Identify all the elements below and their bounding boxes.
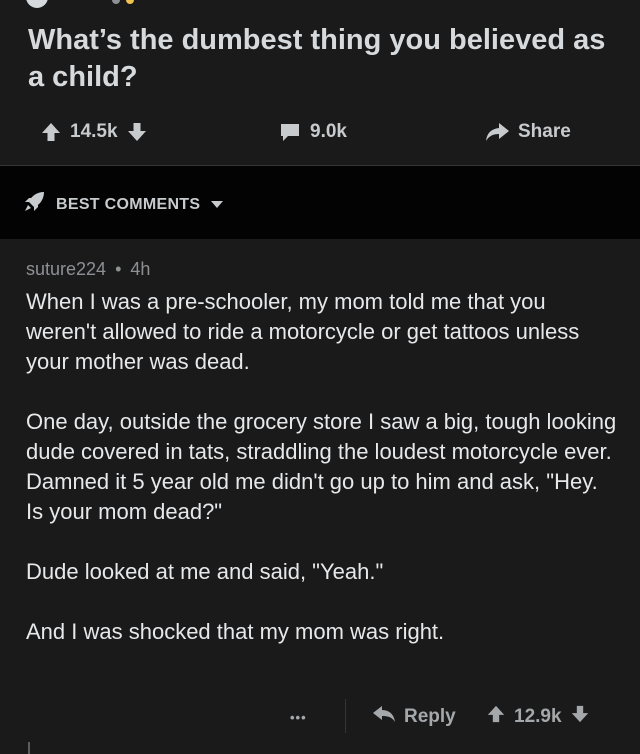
comment-sort-bar: BEST COMMENTS <box>0 166 640 239</box>
comment-paragraph: When I was a pre-schooler, my mom told m… <box>26 289 580 374</box>
post-action-bar: 14.5k 9.0k Share <box>0 112 640 152</box>
arrow-up-icon[interactable] <box>40 121 62 143</box>
comment-author[interactable]: suture224 <box>26 259 106 279</box>
author-avatar[interactable] <box>26 0 48 8</box>
arrow-down-icon[interactable] <box>126 121 148 143</box>
comment: suture224 • 4h When I was a pre-schooler… <box>0 239 640 754</box>
comment-paragraph: And I was shocked that my mom was right. <box>26 619 445 644</box>
post-title: What’s the dumbest thing you believed as… <box>28 24 606 93</box>
post-comment-count: 9.0k <box>310 121 347 142</box>
comment-paragraph: Dude looked at me and said, "Yeah." <box>26 559 384 584</box>
footer-divider <box>345 699 346 733</box>
post-upvote-count: 14.5k <box>70 121 118 142</box>
reply-button[interactable]: Reply <box>372 697 456 737</box>
vote-group: 14.5k <box>40 112 148 152</box>
caret-down-icon <box>210 196 224 214</box>
meta-separator: • <box>115 259 122 279</box>
comment-vote-group: 12.9k <box>486 697 590 737</box>
sort-dropdown[interactable]: BEST COMMENTS <box>22 190 224 219</box>
more-options-button[interactable]: ••• <box>290 697 307 737</box>
thread-line[interactable] <box>28 742 30 754</box>
share-arrow-icon <box>484 121 510 143</box>
reply-arrow-icon <box>372 704 396 730</box>
comment-action-bar: ••• Reply 12.9k <box>0 697 640 737</box>
sort-label: BEST COMMENTS <box>56 195 201 213</box>
comment-paragraph: One day, outside the grocery store I saw… <box>26 409 617 524</box>
more-dots-icon: ••• <box>290 709 307 725</box>
rocket-icon <box>22 190 46 219</box>
arrow-up-icon[interactable] <box>486 704 506 730</box>
header-remnant <box>0 0 640 8</box>
comment-score: 12.9k <box>514 706 562 727</box>
share-button[interactable]: Share <box>484 112 571 152</box>
status-dot-icon <box>112 0 120 4</box>
reply-label: Reply <box>404 706 456 727</box>
comment-age: 4h <box>130 259 151 279</box>
comments-button[interactable]: 9.0k <box>278 112 347 152</box>
arrow-down-icon[interactable] <box>570 704 590 730</box>
comment-bubble-icon <box>278 121 302 143</box>
comment-body: When I was a pre-schooler, my mom told m… <box>26 287 620 677</box>
share-label: Share <box>518 121 571 142</box>
comment-meta: suture224 • 4h <box>26 259 150 280</box>
award-icon <box>126 0 134 4</box>
